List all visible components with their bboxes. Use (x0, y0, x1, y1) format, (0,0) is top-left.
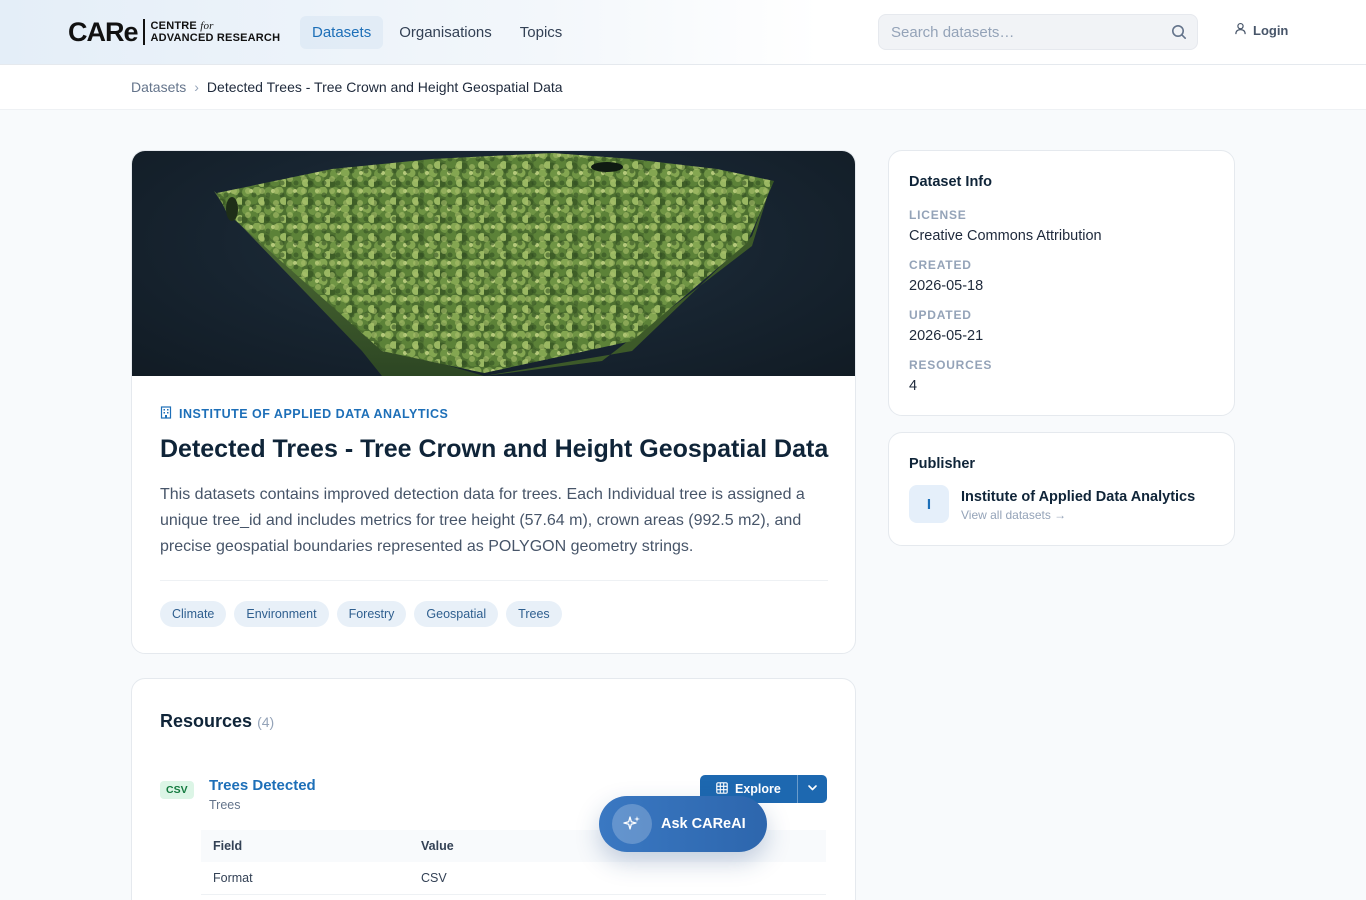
dataset-description: This datasets contains improved detectio… (160, 486, 805, 555)
resources-value: 4 (909, 378, 918, 394)
ask-ai-button[interactable]: Ask CAReAI (599, 796, 767, 852)
avatar: I (909, 485, 949, 523)
site-header: CARe CENTRE for ADVANCED RESEARCH Datase… (0, 0, 1366, 65)
resource-subtitle: Trees (209, 798, 241, 812)
tag-environment[interactable]: Environment (234, 601, 329, 627)
tag-forestry[interactable]: Forestry (336, 601, 407, 627)
dataset-card: INSTITUTE OF APPLIED DATA ANALYTICS Dete… (131, 150, 856, 654)
table-cell-field: Format (201, 862, 409, 895)
format-badge: CSV (160, 781, 194, 799)
resources-count: (4) (257, 714, 275, 730)
column-header-field: Field (201, 830, 409, 862)
dataset-organisation-link[interactable]: INSTITUTE OF APPLIED DATA ANALYTICS (160, 406, 448, 422)
breadcrumb-bar: Datasets › Detected Trees - Tree Crown a… (0, 65, 1366, 110)
breadcrumb-separator: › (194, 79, 199, 95)
page-title: Detected Trees - Tree Crown and Height G… (160, 435, 829, 463)
login-label: Login (1253, 22, 1289, 38)
explore-label: Explore (735, 782, 781, 796)
created-value: 2026-05-18 (909, 278, 984, 294)
search-icon[interactable] (1161, 24, 1197, 40)
nav-organisations[interactable]: Organisations (387, 16, 504, 49)
sparkle-icon (612, 804, 652, 844)
login-button[interactable]: Login (1234, 22, 1288, 38)
resources-label: RESOURCES (909, 358, 993, 372)
site-logo[interactable]: CARe CENTRE for ADVANCED RESEARCH (68, 17, 280, 47)
tag-climate[interactable]: Climate (160, 601, 227, 627)
resources-title: Resources (160, 711, 253, 731)
divider (160, 580, 828, 581)
ask-ai-label: Ask CAReAI (661, 816, 746, 832)
main-nav: Datasets Organisations Topics (300, 16, 574, 49)
dataset-hero-image (132, 151, 855, 376)
created-label: CREATED (909, 258, 972, 272)
nav-datasets[interactable]: Datasets (300, 16, 384, 49)
logo-subtitle: CENTRE for ADVANCED RESEARCH (151, 20, 281, 44)
search-box (878, 14, 1198, 50)
view-all-datasets-link[interactable]: View all datasets → (961, 508, 1066, 522)
dataset-info-card: Dataset Info LICENSE Creative Commons At… (888, 150, 1235, 416)
publisher-title: Publisher (909, 456, 976, 472)
logo-line-1: CENTRE (150, 20, 197, 32)
breadcrumb-current: Detected Trees - Tree Crown and Height G… (206, 79, 563, 95)
logo-wordmark: CARe (68, 17, 139, 47)
publisher-card: Publisher I Institute of Applied Data An… (888, 432, 1235, 546)
updated-label: UPDATED (909, 308, 972, 322)
tag-trees[interactable]: Trees (506, 601, 562, 627)
grid-icon (716, 781, 728, 797)
tag-list: Climate Environment Forestry Geospatial … (160, 601, 562, 627)
logo-line-2: ADVANCED RESEARCH (150, 32, 281, 44)
explore-dropdown-toggle[interactable] (796, 775, 827, 803)
breadcrumb: Datasets › Detected Trees - Tree Crown a… (131, 79, 563, 95)
license-value: Creative Commons Attribution (909, 228, 1102, 244)
dataset-info-title: Dataset Info (909, 174, 992, 190)
resource-name-link[interactable]: Trees Detected (209, 777, 316, 794)
logo-separator (142, 19, 145, 45)
resources-card: Resources (4) CSV Trees Detected Trees Ex… (131, 678, 856, 900)
resources-heading: Resources (4) (160, 711, 274, 732)
logo-line-1-suffix: for (200, 20, 214, 32)
building-icon (160, 406, 172, 422)
license-label: LICENSE (909, 208, 967, 222)
search-input[interactable] (879, 23, 1161, 41)
table-cell-value: CSV (409, 862, 826, 895)
updated-value: 2026-05-21 (909, 328, 984, 344)
nav-topics[interactable]: Topics (508, 16, 575, 49)
tag-geospatial[interactable]: Geospatial (414, 601, 499, 627)
table-row: Format CSV (201, 862, 826, 895)
chevron-down-icon (807, 780, 818, 798)
publisher-name[interactable]: Institute of Applied Data Analytics (961, 489, 1195, 505)
breadcrumb-datasets[interactable]: Datasets (131, 79, 186, 95)
organisation-name: INSTITUTE OF APPLIED DATA ANALYTICS (179, 407, 449, 421)
user-icon (1234, 22, 1247, 38)
